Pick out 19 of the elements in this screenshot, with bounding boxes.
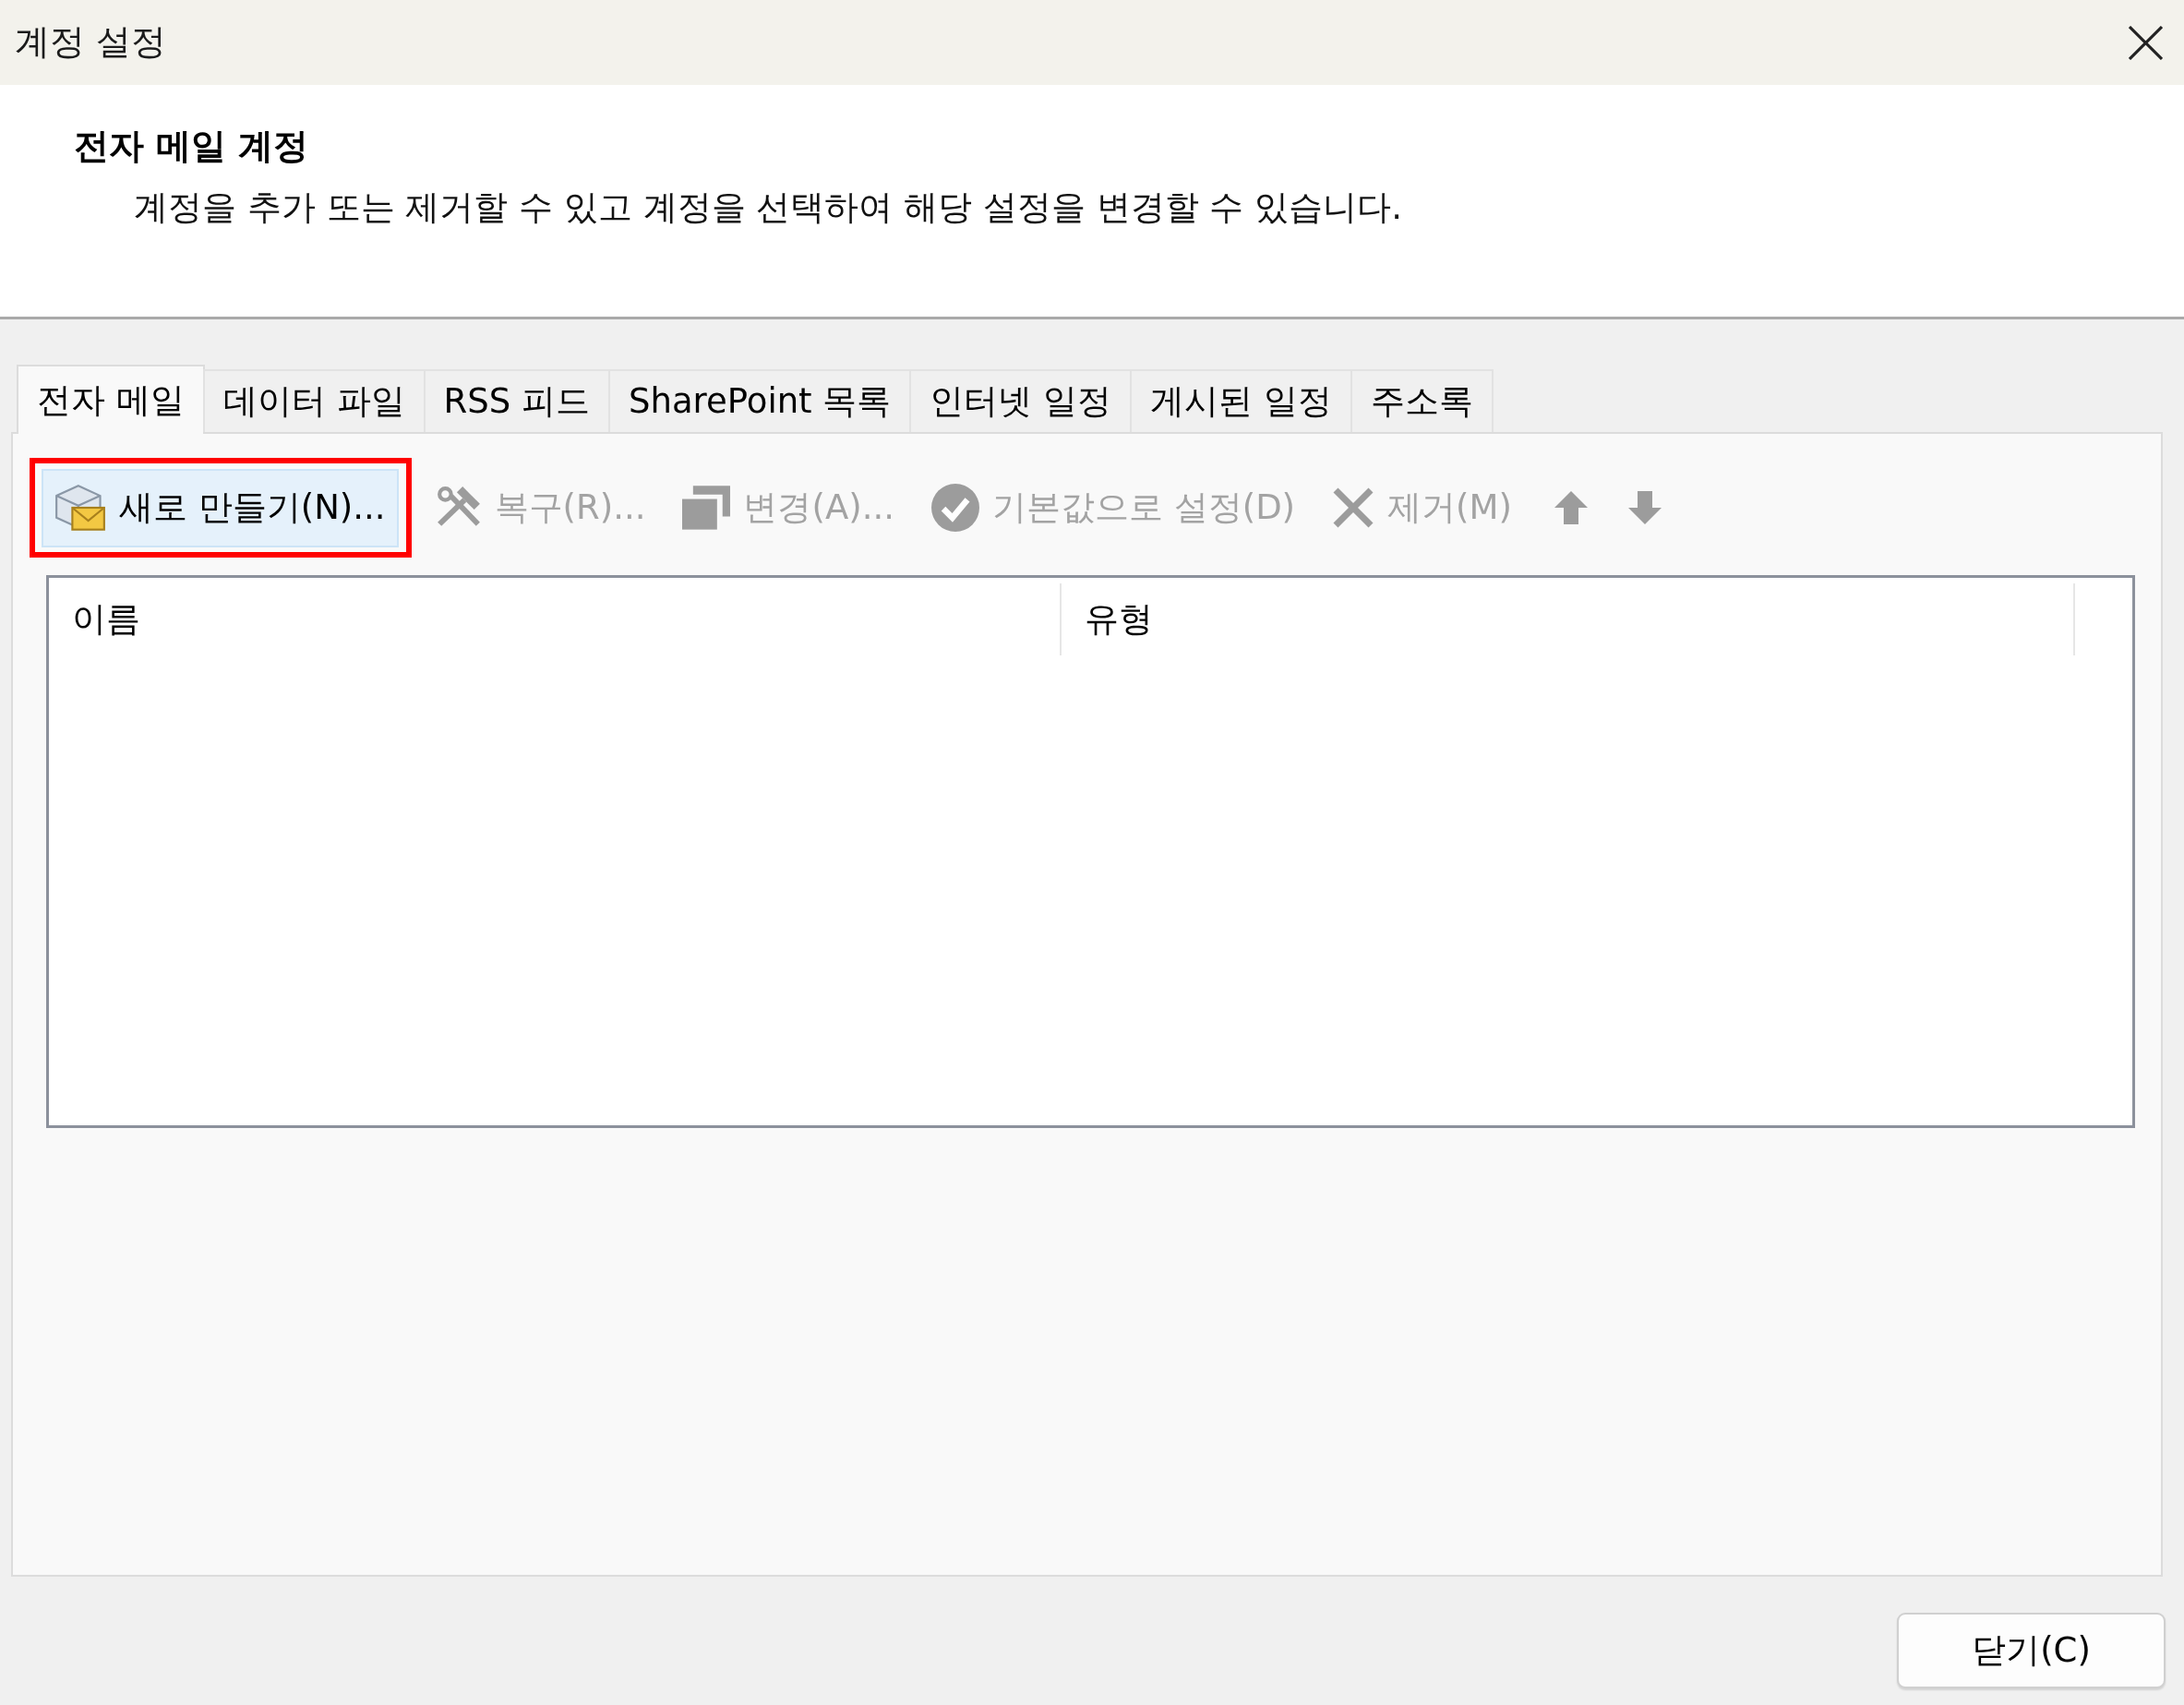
- check-circle-icon: [930, 484, 979, 532]
- close-button[interactable]: 닫기(C): [1897, 1613, 2166, 1688]
- stacked-squares-icon: [682, 486, 731, 530]
- column-header[interactable]: 이름: [49, 583, 1062, 655]
- cross-icon: [1332, 487, 1375, 528]
- tab[interactable]: 주소록: [1350, 369, 1494, 432]
- tab[interactable]: 전자 메일: [17, 365, 205, 434]
- close-icon[interactable]: [2129, 25, 2163, 60]
- up-arrow-icon: [1554, 491, 1588, 524]
- tools-icon: [435, 486, 482, 529]
- down-arrow-icon: [1627, 491, 1662, 524]
- envelope-icon: [54, 484, 106, 532]
- header-title: 전자 메일 계정: [74, 125, 309, 168]
- header-description: 계정을 추가 또는 제거할 수 있고 계정을 선택하여 해당 설정을 변경할 수 있습니다.: [134, 186, 1402, 229]
- column-header[interactable]: 유형: [1062, 583, 2075, 655]
- tab[interactable]: 데이터 파일: [202, 369, 426, 432]
- window-title: 계정 설정: [15, 21, 167, 64]
- toolbar-button[interactable]: 새로 만들기(N)...: [42, 468, 399, 547]
- account-list[interactable]: 이름 유형: [46, 575, 2135, 1128]
